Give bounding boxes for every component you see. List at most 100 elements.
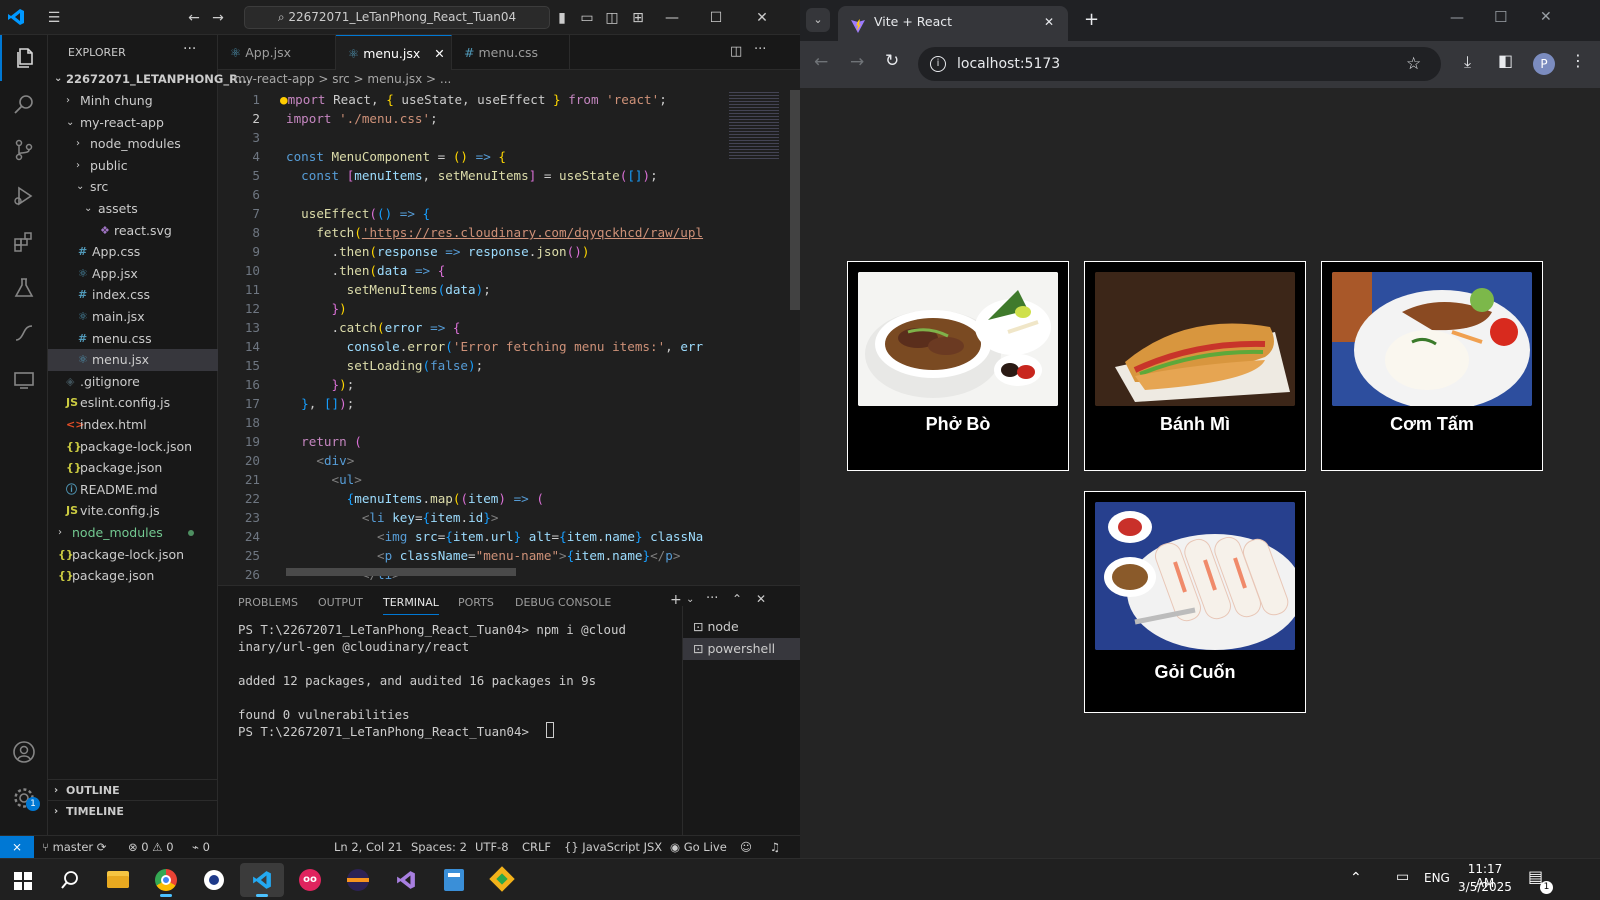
close-tab-icon[interactable]: ✕ (434, 46, 444, 61)
tree-item[interactable]: ⌄ src (48, 176, 218, 198)
customize-layout-icon[interactable]: ⊞ (628, 8, 648, 28)
search-icon[interactable] (48, 863, 92, 897)
tree-item[interactable]: # App.css (48, 241, 218, 263)
toggle-panel-icon[interactable]: ▭ (577, 8, 597, 28)
close-panel-icon[interactable]: ✕ (756, 592, 766, 606)
browser-menu-icon[interactable]: ⋮ (1570, 51, 1586, 70)
tab-debug-console[interactable]: DEBUG CONSOLE (515, 596, 611, 609)
tree-item[interactable]: › node_modules (48, 133, 218, 155)
manage-gear-icon[interactable]: 1 (0, 775, 48, 821)
show-hidden-icons[interactable]: ⌃ (1350, 870, 1362, 886)
menu-item-card[interactable]: Gỏi Cuốn (1084, 491, 1306, 713)
git-app-icon[interactable] (480, 863, 524, 897)
chrome-icon[interactable] (144, 863, 188, 897)
tab-ports[interactable]: PORTS (458, 596, 494, 609)
search-activity-icon[interactable] (0, 81, 48, 127)
browser-tab[interactable]: Vite + React ✕ (838, 6, 1068, 41)
tree-item[interactable]: ⚛ main.jsx (48, 306, 218, 328)
tab-app-jsx[interactable]: ⚛ App.jsx (218, 35, 336, 70)
app-icon[interactable] (192, 863, 236, 897)
cursor-position[interactable]: Ln 2, Col 21 (334, 840, 403, 854)
account-icon[interactable] (0, 729, 48, 775)
run-debug-icon[interactable] (0, 173, 48, 219)
more-actions-icon[interactable]: ··· (183, 41, 196, 57)
network-icon[interactable]: ▭ (1396, 869, 1409, 885)
terminal-output[interactable]: PS T:\22672071_LeTanPhong_React_Tuan04> … (238, 621, 658, 740)
timeline-section[interactable]: › TIMELINE (48, 800, 218, 822)
back-icon[interactable]: ← (814, 52, 838, 72)
profile-avatar[interactable]: P (1533, 53, 1555, 75)
git-lens-icon[interactable] (0, 311, 48, 357)
copilot-icon[interactable]: ☺ (740, 840, 752, 854)
tab-menu-jsx[interactable]: ⚛ menu.jsx ✕ (336, 35, 452, 70)
bookmark-star-icon[interactable]: ☆ (1406, 47, 1421, 81)
tab-menu-css[interactable]: # menu.css (452, 35, 570, 70)
back-icon[interactable]: ← (184, 8, 204, 28)
terminal-dropdown-icon[interactable]: ⌄ (686, 594, 694, 605)
explorer-root[interactable]: ⌄ 22672071_LETANPHONG_R... (48, 68, 251, 90)
branch-status[interactable]: ⑂ master ⟳ (42, 840, 106, 854)
panel-more-icon[interactable]: ··· (706, 591, 718, 606)
menu-icon[interactable]: ☰ (44, 8, 64, 28)
tree-item[interactable]: › node_modules (48, 522, 218, 544)
menu-item-card[interactable]: Cơm Tấm (1321, 261, 1543, 471)
menu-item-card[interactable]: Bánh Mì (1084, 261, 1306, 471)
tree-item[interactable]: › Minh chung (48, 90, 218, 112)
encoding[interactable]: UTF-8 (475, 840, 509, 854)
code-editor[interactable]: 1 ●mport React, { useState, useEffect } f… (218, 90, 718, 580)
site-info-icon[interactable]: i (930, 56, 946, 72)
address-bar[interactable]: i localhost:5173 ☆ (918, 47, 1441, 81)
new-tab-icon[interactable]: + (1084, 9, 1099, 30)
source-control-icon[interactable] (0, 127, 48, 173)
tree-item[interactable]: <> index.html (48, 414, 218, 436)
language-mode[interactable]: {} JavaScript JSX (564, 840, 662, 854)
ports-status[interactable]: ⌁ 0 (192, 840, 210, 854)
horizontal-scrollbar[interactable] (286, 568, 516, 576)
forward-icon[interactable]: → (208, 8, 228, 28)
testing-icon[interactable] (0, 265, 48, 311)
end-of-line[interactable]: CRLF (522, 840, 551, 854)
forward-icon[interactable]: → (850, 52, 864, 72)
split-editor-icon[interactable]: ◫ (730, 44, 742, 59)
problems-status[interactable]: ⊗ 0 ⚠ 0 (128, 840, 174, 854)
tab-terminal[interactable]: TERMINAL (383, 596, 439, 615)
close-icon[interactable]: ✕ (752, 8, 772, 28)
tree-item[interactable]: JS eslint.config.js (48, 392, 218, 414)
vscode-taskbar-icon[interactable] (240, 863, 284, 897)
language-indicator[interactable]: ENG (1424, 871, 1450, 885)
tree-item[interactable]: ⚛ menu.jsx (48, 349, 218, 372)
editor-more-icon[interactable]: ··· (754, 42, 766, 57)
notifications-bell-icon[interactable]: ♫ (770, 840, 780, 854)
app-icon[interactable]: oo (288, 863, 332, 897)
maximize-icon[interactable]: ☐ (1494, 8, 1507, 26)
terminal-item-powershell[interactable]: ⊡ powershell (683, 638, 800, 660)
indentation[interactable]: Spaces: 2 (411, 840, 467, 854)
eclipse-icon[interactable] (336, 863, 380, 897)
editor-scrollbar[interactable] (790, 90, 800, 310)
close-tab-icon[interactable]: ✕ (1044, 6, 1054, 38)
go-live-button[interactable]: ◉ Go Live (670, 840, 727, 854)
tree-item[interactable]: {} package-lock.json (48, 544, 218, 566)
tree-item[interactable]: {} package-lock.json (48, 436, 218, 458)
tree-item[interactable]: # menu.css (48, 328, 218, 350)
tree-item[interactable]: ⓘ README.md (48, 479, 218, 501)
tree-item[interactable]: ❖ react.svg (48, 220, 218, 242)
tree-item[interactable]: › public (48, 155, 218, 177)
tree-item[interactable]: ◈ .gitignore (48, 371, 218, 393)
extensions-icon[interactable] (0, 219, 48, 265)
remote-explorer-icon[interactable] (0, 357, 48, 403)
terminal-item-node[interactable]: ⊡ node (683, 616, 800, 638)
tab-problems[interactable]: PROBLEMS (238, 596, 298, 609)
tree-item[interactable]: ⌄ assets (48, 198, 218, 220)
minimize-icon[interactable]: — (662, 8, 682, 28)
tab-output[interactable]: OUTPUT (318, 596, 363, 609)
tree-item[interactable]: ⌄ my-react-app (48, 112, 218, 134)
toggle-secondary-sidebar-icon[interactable]: ◫ (602, 8, 622, 28)
download-icon[interactable]: ⤓ (1464, 52, 1471, 72)
close-window-icon[interactable]: ✕ (1540, 9, 1552, 25)
tree-item[interactable]: ⚛ App.jsx (48, 263, 218, 285)
tree-item[interactable]: # index.css (48, 284, 218, 306)
tree-item[interactable]: JS vite.config.js (48, 500, 218, 522)
toggle-sidebar-icon[interactable]: ▮ (552, 8, 572, 28)
maximize-panel-icon[interactable]: ⌃ (732, 592, 742, 606)
